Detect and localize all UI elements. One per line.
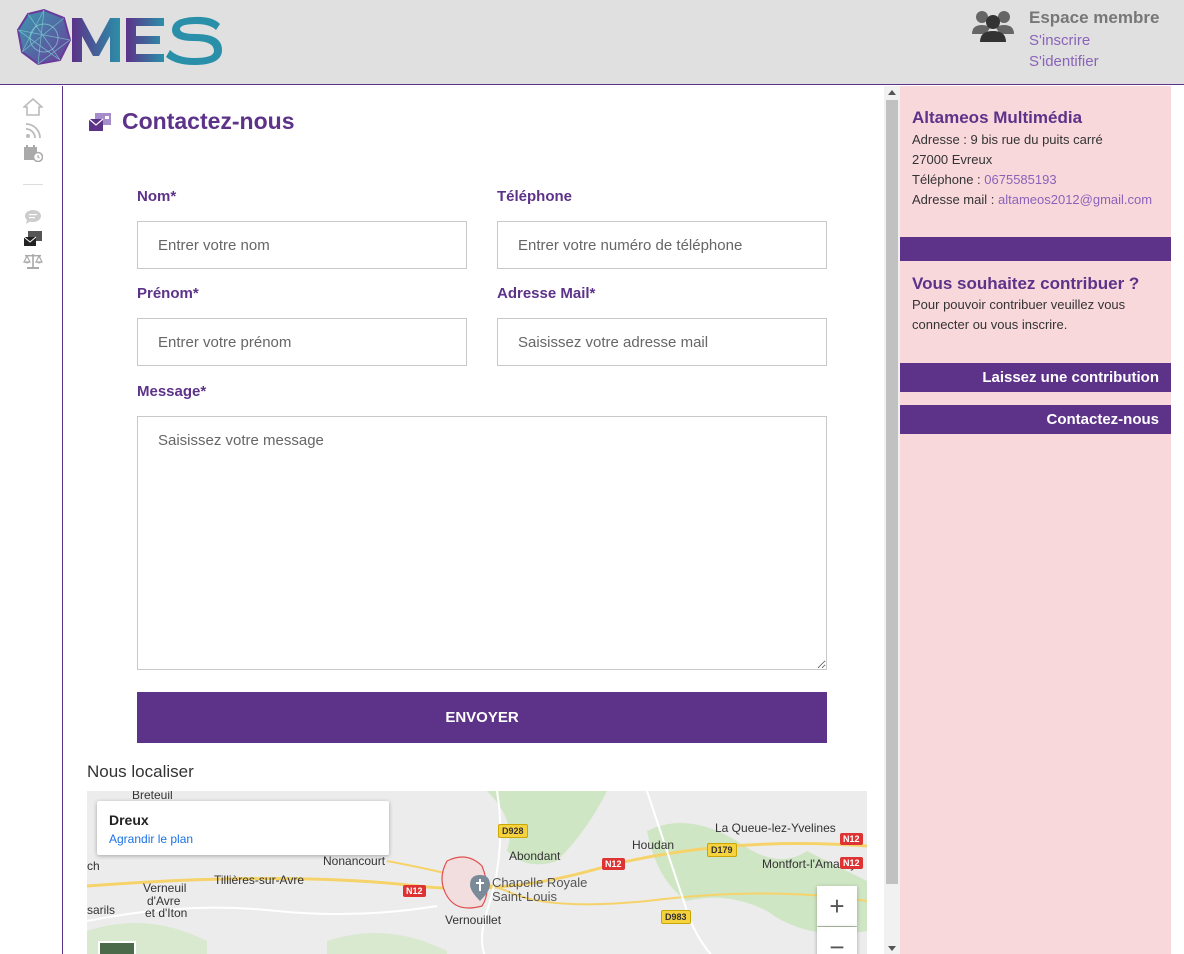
map-place-label: sarils — [87, 903, 116, 917]
telephone-input[interactable] — [497, 221, 827, 269]
contact-mail-icon[interactable] — [23, 230, 43, 248]
page-title: Contactez-nous — [122, 108, 295, 134]
zoom-out-button[interactable]: − — [817, 927, 857, 954]
users-icon — [972, 8, 1014, 44]
sidebar-divider-bar — [900, 237, 1171, 261]
chat-icon[interactable] — [23, 208, 43, 226]
telephone-label: Téléphone — [497, 188, 573, 205]
locate-title: Nous localiser — [87, 762, 194, 781]
contribution-button[interactable]: Laissez une contribution — [900, 363, 1171, 392]
company-address: Adresse : 9 bis rue du puits carré — [912, 132, 1103, 147]
prenom-label: Prénom* — [137, 285, 199, 302]
map-place-label: Verneuil — [143, 881, 187, 895]
company-phone: Téléphone : 0675585193 — [912, 172, 1057, 187]
main-content: Contactez-nous Nom* Téléphone Prénom* Ad… — [64, 86, 884, 954]
road-label: D983 — [661, 910, 691, 924]
email-link[interactable]: altameos2012@gmail.com — [998, 192, 1152, 207]
right-sidebar: Altameos Multimédia Adresse : 9 bis rue … — [900, 86, 1171, 954]
logo-graphic — [16, 8, 222, 66]
page-title-block: Contactez-nous — [88, 108, 295, 135]
map-place-label: La Queue-lez-Yvelines — [715, 821, 836, 835]
signup-link[interactable]: S'inscrire — [1029, 32, 1090, 49]
site-header: Espace membre S'inscrire S'identifier — [0, 0, 1184, 85]
member-area-title: Espace membre — [1029, 8, 1160, 27]
contribute-text: Pour pouvoir contribuer veuillez vous — [912, 297, 1126, 312]
map-pin-icon[interactable] — [470, 875, 490, 901]
home-icon[interactable] — [23, 98, 43, 116]
scroll-down-arrow-icon[interactable] — [888, 946, 896, 951]
login-link[interactable]: S'identifier — [1029, 53, 1099, 70]
map-card-title: Dreux — [109, 812, 149, 828]
phone-link[interactable]: 0675585193 — [984, 172, 1056, 187]
map-info-card: Dreux Agrandir le plan — [97, 801, 389, 855]
road-label: N12 — [840, 833, 863, 845]
company-city: 27000 Evreux — [912, 152, 993, 167]
contribute-title: Vous souhaitez contribuer ? — [912, 274, 1140, 293]
map-place-label: ch — [87, 859, 100, 873]
company-email: Adresse mail : altameos2012@gmail.com — [912, 192, 1152, 207]
road-label: N12 — [602, 858, 625, 870]
contribute-text: connecter ou vous inscrire. — [912, 317, 1068, 332]
balance-scale-icon[interactable] — [23, 252, 43, 270]
map-poi-label: Chapelle Royale — [492, 875, 588, 890]
rss-icon[interactable] — [23, 122, 43, 140]
map-place-label: et d'Iton — [145, 906, 188, 920]
send-button[interactable]: ENVOYER — [137, 692, 827, 743]
road-label: N12 — [840, 857, 863, 869]
scrollbar-thumb[interactable] — [886, 100, 898, 884]
scroll-up-arrow-icon[interactable] — [888, 90, 896, 95]
nom-label: Nom* — [137, 188, 177, 205]
left-icon-bar — [0, 86, 63, 954]
google-map[interactable]: Breteuil Nonancourt Tillières-sur-Avre V… — [87, 791, 867, 954]
calendar-clock-icon[interactable] — [23, 144, 43, 162]
enlarge-map-link[interactable]: Agrandir le plan — [109, 832, 193, 846]
map-poi-label: Saint-Louis — [492, 889, 558, 904]
email-input[interactable] — [497, 318, 827, 366]
company-name: Altameos Multimédia — [912, 108, 1083, 127]
prenom-input[interactable] — [137, 318, 467, 366]
site-logo[interactable] — [16, 8, 226, 70]
map-layer-toggle[interactable] — [98, 941, 136, 954]
contact-button[interactable]: Contactez-nous — [900, 405, 1171, 434]
contact-mail-icon — [88, 112, 111, 131]
message-label: Message* — [137, 383, 207, 400]
road-label: D928 — [498, 824, 528, 838]
zoom-in-button[interactable]: + — [817, 886, 857, 926]
phone-label: Téléphone : — [912, 172, 985, 187]
road-label: N12 — [403, 885, 426, 897]
map-place-label: Vernouillet — [445, 913, 502, 927]
map-place-label: Houdan — [632, 838, 675, 852]
nom-input[interactable] — [137, 221, 467, 269]
message-textarea[interactable] — [137, 416, 827, 670]
map-place-label: Tillières-sur-Avre — [214, 873, 305, 887]
email-label: Adresse mail : — [912, 192, 998, 207]
map-place-label: Nonancourt — [323, 854, 386, 868]
member-area: Espace membre S'inscrire S'identifier — [972, 6, 1172, 76]
road-label: D179 — [707, 843, 737, 857]
left-bar-divider — [23, 184, 43, 185]
map-place-label: Abondant — [509, 849, 561, 863]
main-scrollbar[interactable] — [884, 86, 900, 954]
email-label: Adresse Mail* — [497, 285, 596, 302]
